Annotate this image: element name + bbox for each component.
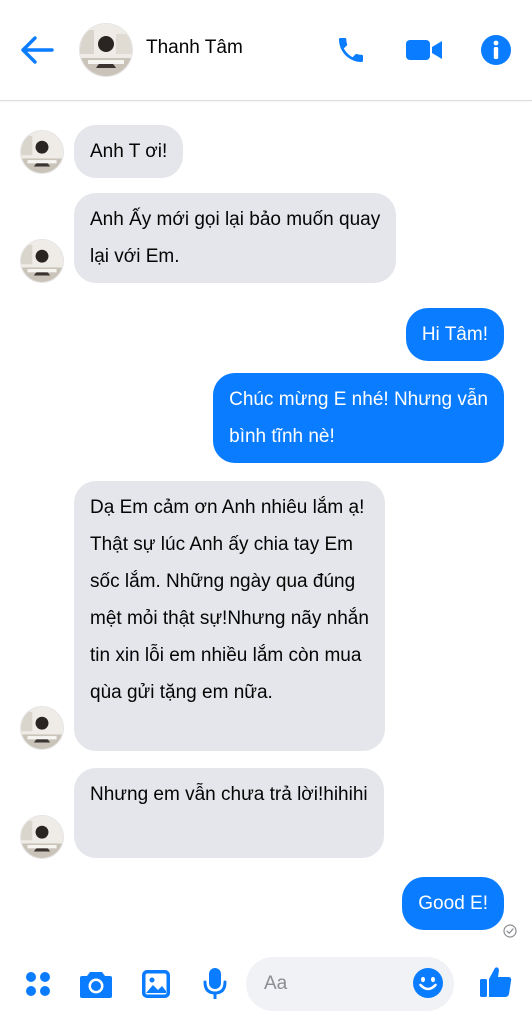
more-actions-button[interactable] xyxy=(18,964,58,1004)
message-bubble-incoming[interactable]: Dạ Em cảm ơn Anh nhiêu lắm ạ! Thật sự lú… xyxy=(74,481,385,751)
contact-avatar-small xyxy=(20,815,64,859)
contact-name[interactable]: Thanh Tâm xyxy=(146,37,243,59)
contact-avatar-small xyxy=(20,706,64,750)
profile-photo-icon xyxy=(21,707,63,749)
contact-avatar[interactable] xyxy=(79,23,133,77)
message-bubble-outgoing[interactable]: Chúc mừng E nhé! Nhưng vẫn bình tĩnh nè! xyxy=(213,373,504,463)
profile-photo-icon xyxy=(21,131,63,173)
video-camera-icon xyxy=(406,40,442,60)
message-bubble-incoming[interactable]: Anh T ơi! xyxy=(74,125,184,178)
camera-icon xyxy=(80,972,112,998)
conversation-info-button[interactable] xyxy=(476,30,516,70)
composer-bar xyxy=(0,948,532,1024)
like-button[interactable] xyxy=(476,962,516,1002)
contact-avatar-small xyxy=(20,239,64,283)
profile-photo-icon xyxy=(80,24,132,76)
camera-button[interactable] xyxy=(76,964,116,1004)
message-bubble-outgoing[interactable]: Hi Tâm! xyxy=(405,308,504,361)
sent-check-icon xyxy=(503,924,517,938)
voice-message-button[interactable] xyxy=(195,964,235,1004)
back-button[interactable] xyxy=(18,31,56,69)
conversation-header: Thanh Tâm xyxy=(0,0,532,101)
voice-call-button[interactable] xyxy=(331,30,371,70)
microphone-icon xyxy=(203,968,227,999)
message-bubble-incoming[interactable]: Anh Ấy mới gọi lại bảo muốn quay lại với… xyxy=(74,193,397,283)
gallery-button[interactable] xyxy=(136,964,176,1004)
info-icon xyxy=(481,35,511,65)
video-call-button[interactable] xyxy=(404,30,444,70)
apps-grid-icon xyxy=(26,972,50,996)
message-bubble-outgoing[interactable]: Good E! xyxy=(402,877,504,930)
back-arrow-icon xyxy=(21,36,54,64)
emoji-button[interactable] xyxy=(410,965,446,1001)
profile-photo-icon xyxy=(21,240,63,282)
message-bubble-incoming[interactable]: Nhưng em vẫn chưa trả lời!hihihi xyxy=(74,768,384,858)
gallery-icon xyxy=(142,970,170,998)
profile-photo-icon xyxy=(21,816,63,858)
like-icon xyxy=(480,967,512,997)
emoji-icon xyxy=(413,968,443,998)
contact-avatar-small xyxy=(20,130,64,174)
phone-icon xyxy=(339,38,363,62)
